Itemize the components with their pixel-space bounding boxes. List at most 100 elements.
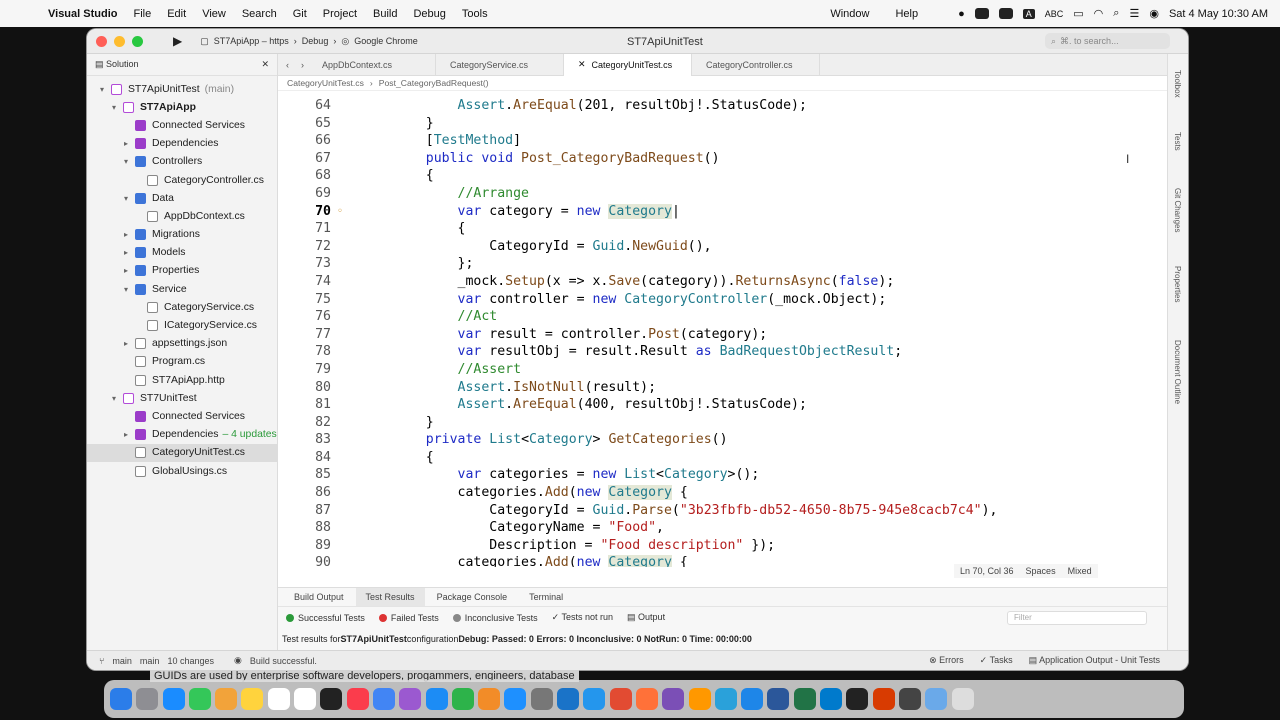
code-line[interactable]: 85 var categories = new List<Category>()… [278, 466, 1167, 484]
tree-item-updates[interactable]: – 4 updates [222, 429, 276, 440]
breadcrumb-method[interactable]: Post_CategoryBadRequest() [379, 78, 489, 88]
tests-tab[interactable]: Tests [1173, 132, 1182, 151]
menu-window[interactable]: Window [822, 8, 877, 20]
appstore-icon[interactable] [504, 688, 527, 710]
notes-icon[interactable] [241, 688, 264, 710]
errors-button[interactable]: ⊗ Errors [929, 655, 964, 666]
battery-icon[interactable]: ▭ [1073, 7, 1083, 20]
app-output-button[interactable]: ▤ Application Output - Unit Tests [1029, 655, 1160, 666]
tree-item[interactable]: ▾ Controllers [87, 153, 277, 171]
record-icon[interactable]: ● [958, 8, 965, 20]
tab-terminal[interactable]: Terminal [519, 588, 573, 606]
changes-count[interactable]: 10 changes [167, 656, 214, 666]
chevron-icon[interactable]: ▸ [121, 339, 131, 348]
code-area[interactable]: 64 Assert.AreEqual(201, resultObj!.Statu… [278, 97, 1167, 567]
terminal-icon[interactable] [846, 688, 869, 710]
branch-name[interactable]: main [112, 656, 132, 666]
tree-item[interactable]: Connected Services [87, 116, 277, 134]
status-icon[interactable] [974, 8, 989, 19]
code-line[interactable]: 66 [TestMethod] [278, 132, 1167, 150]
tree-item[interactable]: CategoryController.cs [87, 171, 277, 189]
menu-view[interactable]: View [194, 8, 234, 20]
properties-tab[interactable]: Properties [1173, 266, 1182, 302]
git-icon[interactable] [609, 688, 632, 710]
tree-item[interactable]: ST7ApiApp.http [87, 371, 277, 389]
code-line[interactable]: 88 CategoryName = "Food", [278, 519, 1167, 537]
spotlight-icon[interactable]: ⌕ [1113, 7, 1119, 20]
siri-icon[interactable]: ◉ [1149, 7, 1159, 20]
code-line[interactable]: 89 Description = "Food description" }); [278, 537, 1167, 555]
numbers-icon[interactable] [451, 688, 474, 710]
telegram-icon[interactable] [714, 688, 737, 710]
chevron-icon[interactable]: ▾ [109, 103, 119, 112]
trash-icon[interactable] [951, 688, 974, 710]
menu-clock[interactable]: Sat 4 May 10:30 AM [1169, 8, 1268, 20]
chevron-icon[interactable]: ▸ [121, 139, 131, 148]
chevron-icon[interactable]: ▸ [121, 266, 131, 275]
tree-item[interactable]: ▾ Data [87, 189, 277, 207]
menu-debug[interactable]: Debug [405, 8, 453, 20]
control-center-icon[interactable]: ☰ [1129, 7, 1139, 20]
pin-icon[interactable]: ✕ [261, 59, 269, 70]
close-button[interactable] [96, 35, 107, 47]
editor-tab[interactable]: ✕ CategoryUnitTest.cs [564, 53, 692, 76]
code-line[interactable]: 74 _mock.Setup(x => x.Save(category)).Re… [278, 273, 1167, 291]
code-line[interactable]: 64 Assert.AreEqual(201, resultObj!.Statu… [278, 97, 1167, 115]
run-button[interactable]: ▶ [173, 34, 182, 48]
tabs-back-icon[interactable]: ‹ [278, 60, 297, 70]
indent-mode[interactable]: Spaces [1026, 566, 1056, 576]
office-icon[interactable] [872, 688, 895, 710]
minimize-button[interactable] [114, 35, 125, 47]
menu-edit[interactable]: Edit [159, 8, 194, 20]
menu-search[interactable]: Search [234, 8, 285, 20]
vscode2-icon[interactable] [820, 688, 843, 710]
messages-icon[interactable] [188, 688, 211, 710]
tree-item[interactable]: ▸ appsettings.json [87, 335, 277, 353]
filter-not-run[interactable]: ✓ Tests not run [552, 612, 613, 623]
launchpad-icon[interactable] [136, 688, 159, 710]
safari-icon[interactable] [162, 688, 185, 710]
code-line[interactable]: 73 }; [278, 255, 1167, 273]
settings-icon[interactable] [530, 688, 553, 710]
filter-inconclusive[interactable]: Inconclusive Tests [452, 613, 538, 623]
git-changes-tab[interactable]: Git Changes [1173, 188, 1182, 232]
cursor-position[interactable]: Ln 70, Col 36 [960, 566, 1014, 576]
menu-file[interactable]: File [125, 8, 159, 20]
run-target[interactable]: ▢ ST7ApiApp – https › Debug › ◎ Google C… [200, 36, 418, 47]
menu-help[interactable]: Help [887, 8, 926, 20]
code-line[interactable]: 78 var resultObj = result.Result as BadR… [278, 343, 1167, 361]
tab-test-results[interactable]: Test Results [355, 588, 425, 606]
code-line[interactable]: 86 categories.Add(new Category { [278, 484, 1167, 502]
code-line[interactable]: 65 } [278, 115, 1167, 133]
code-line[interactable]: 81 Assert.AreEqual(400, resultObj!.Statu… [278, 396, 1167, 414]
wifi-icon[interactable]: ◠ [1094, 7, 1104, 20]
line-endings[interactable]: Mixed [1068, 566, 1092, 576]
tree-item[interactable]: GlobalUsings.cs [87, 462, 277, 480]
filter-failed[interactable]: Failed Tests [378, 613, 439, 623]
tree-item[interactable]: ▸ Dependencies [87, 135, 277, 153]
chevron-icon[interactable]: ▾ [121, 285, 131, 294]
tree-item[interactable]: ▸ Migrations [87, 226, 277, 244]
code-line[interactable]: 83 private List<Category> GetCategories(… [278, 431, 1167, 449]
tv-icon[interactable] [320, 688, 343, 710]
tree-item[interactable]: CategoryUnitTest.cs [87, 443, 277, 462]
tree-item[interactable]: ▸ Properties [87, 262, 277, 280]
tree-item[interactable]: CategoryService.cs [87, 298, 277, 316]
input-source-icon[interactable]: A [1022, 8, 1035, 19]
code-line[interactable]: 69 //Arrange [278, 185, 1167, 203]
tree-item[interactable]: ▾ ST7ApiUnitTest (main) [87, 80, 277, 98]
tree-item[interactable]: Connected Services [87, 407, 277, 425]
firefox-icon[interactable] [635, 688, 658, 710]
tree-item[interactable]: ▾ ST7ApiApp [87, 98, 277, 116]
code-line[interactable]: 75 var controller = new CategoryControll… [278, 291, 1167, 309]
xcode-icon[interactable] [741, 688, 764, 710]
tree-item[interactable]: ICategoryService.cs [87, 316, 277, 334]
chevron-icon[interactable]: ▾ [121, 194, 131, 203]
finder-icon[interactable] [110, 688, 132, 710]
document-outline-tab[interactable]: Document Outline [1173, 340, 1182, 404]
chevron-icon[interactable]: ▸ [121, 430, 131, 439]
tree-item[interactable]: AppDbContext.cs [87, 207, 277, 225]
chevron-icon[interactable]: ▾ [97, 85, 107, 94]
music-icon[interactable] [346, 688, 369, 710]
tree-item[interactable]: ▾ ST7UnitTest [87, 389, 277, 407]
